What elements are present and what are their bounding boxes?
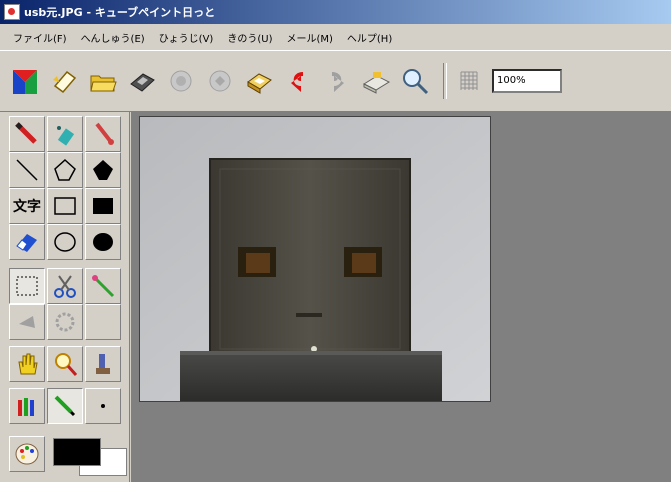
spray-tool[interactable] [47, 116, 83, 152]
undo-icon [291, 72, 303, 92]
print-icon [247, 73, 272, 94]
pen-icon [15, 122, 37, 144]
app-icon [4, 4, 20, 20]
ellipse-icon [54, 232, 76, 252]
empty-tool-slot [85, 304, 121, 340]
logo-icon [13, 70, 37, 94]
picker-tool[interactable] [85, 346, 121, 382]
rectangle-tool[interactable] [47, 188, 83, 224]
polygon-tool[interactable] [47, 152, 83, 188]
magic-wand-tool[interactable] [85, 268, 121, 304]
picker-icon [96, 354, 110, 374]
stamp-icon [170, 70, 192, 92]
filled-rectangle-tool[interactable] [85, 188, 121, 224]
tool-group-draw: 文字 [9, 116, 123, 260]
menu-view[interactable]: ひょうじ(V) [152, 30, 221, 45]
pencils-tool[interactable] [9, 388, 45, 424]
spray-icon [57, 126, 75, 146]
print-button[interactable] [242, 64, 276, 98]
undo-button[interactable] [281, 64, 315, 98]
save-button[interactable] [125, 64, 159, 98]
logo-button[interactable] [8, 64, 42, 98]
hand-tool[interactable] [9, 346, 45, 382]
pen-tool[interactable] [9, 116, 45, 152]
palette-icon [15, 443, 39, 465]
menu-function[interactable]: きのう(U) [220, 30, 279, 45]
toolbar-separator [443, 63, 447, 99]
zoom-tool-icon [403, 69, 429, 95]
text-tool[interactable]: 文字 [9, 188, 45, 224]
hand-icon [18, 353, 38, 375]
magnifier-tool[interactable] [47, 346, 83, 382]
tool-group-view [9, 346, 123, 382]
grid-icon [460, 71, 478, 90]
stamp2-button[interactable] [203, 64, 237, 98]
title-bar: usb元.JPG - キューブペイント日っと [0, 0, 671, 24]
eraser-tool[interactable] [9, 224, 45, 260]
scissors-tool[interactable] [47, 268, 83, 304]
brush-tool[interactable] [47, 388, 83, 424]
brush-icon [54, 395, 76, 417]
eraser-icon [16, 234, 37, 252]
blur-icon [55, 312, 75, 332]
line-tool[interactable] [9, 152, 45, 188]
magnifier-icon [55, 353, 78, 376]
image-canvas[interactable] [139, 116, 491, 402]
pencils-icon [18, 398, 34, 416]
filled-polygon-icon [93, 160, 113, 180]
scan-button[interactable] [359, 64, 393, 98]
scan-icon [362, 72, 391, 94]
rectangle-icon [54, 197, 76, 215]
new-icon [53, 70, 77, 94]
zoom-input[interactable]: 100% [492, 69, 562, 93]
filled-ellipse-icon [93, 233, 113, 251]
zoom-tool-button[interactable] [398, 64, 432, 98]
redo-button[interactable] [320, 64, 354, 98]
menu-mail[interactable]: メール(M) [279, 30, 339, 45]
foreground-color-swatch[interactable] [53, 438, 101, 466]
open-icon [90, 75, 117, 92]
select-tool[interactable] [9, 268, 45, 304]
main-toolbar: 100% [0, 50, 671, 112]
smudge-icon [19, 316, 35, 328]
line-icon [16, 159, 38, 181]
dropper-tool[interactable] [85, 116, 121, 152]
scissors-icon [54, 275, 76, 298]
palette-button[interactable] [9, 436, 45, 472]
magic-wand-icon [92, 275, 115, 298]
grid-button[interactable] [453, 64, 487, 98]
menu-file[interactable]: ファイル(F) [6, 30, 74, 45]
tool-panel: 文字 [0, 112, 130, 482]
select-icon [16, 276, 38, 296]
tool-group-select [9, 268, 123, 340]
new-button[interactable] [47, 64, 81, 98]
tool-group-brush [9, 388, 123, 424]
text-tool-label: 文字 [13, 199, 41, 215]
smudge-tool[interactable] [9, 304, 45, 340]
dot-icon [101, 404, 105, 408]
polygon-icon [54, 158, 76, 181]
stamp2-icon [209, 70, 231, 92]
menu-edit[interactable]: へんしゅう(E) [74, 30, 152, 45]
usb-connector-image [140, 117, 490, 401]
ellipse-tool[interactable] [47, 224, 83, 260]
window-title: usb元.JPG - キューブペイント日っと [24, 6, 216, 19]
save-icon [130, 73, 155, 92]
menu-help[interactable]: ヘルプ(H) [340, 30, 399, 45]
dropper-icon [95, 122, 114, 145]
open-button[interactable] [86, 64, 120, 98]
color-swatches [9, 434, 127, 476]
filled-rectangle-icon [93, 198, 113, 214]
filled-ellipse-tool[interactable] [85, 224, 121, 260]
redo-icon [332, 72, 344, 92]
workspace [131, 112, 671, 482]
filled-polygon-tool[interactable] [85, 152, 121, 188]
stamp-button[interactable] [164, 64, 198, 98]
brush-size-dot[interactable] [85, 388, 121, 424]
menu-bar: ファイル(F) へんしゅう(E) ひょうじ(V) きのう(U) メール(M) ヘ… [0, 24, 671, 50]
blur-tool[interactable] [47, 304, 83, 340]
